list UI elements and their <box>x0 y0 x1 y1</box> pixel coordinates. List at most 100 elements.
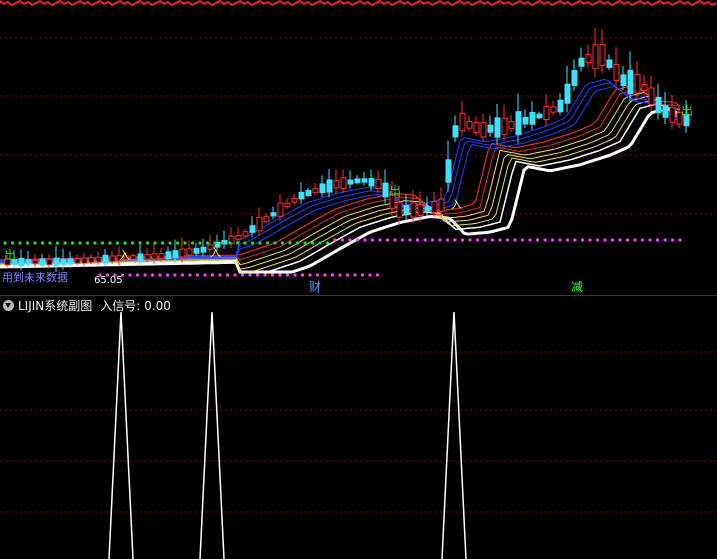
magenta-dot <box>498 238 502 242</box>
candle-body <box>669 107 676 123</box>
magenta-dot <box>400 238 405 242</box>
magenta-dot <box>483 238 487 242</box>
entry-signal-spikes <box>108 311 467 559</box>
magenta-dot <box>188 273 192 277</box>
candle-body <box>46 258 53 266</box>
magenta-dot <box>490 238 495 242</box>
candle-body <box>613 64 620 81</box>
magenta-dot <box>445 238 450 242</box>
candle-body <box>557 99 564 113</box>
candle-body <box>529 111 536 125</box>
future-data-warning: 用到未来数据 <box>2 270 68 284</box>
candle-body <box>81 257 88 264</box>
magenta-dot <box>330 273 335 277</box>
magenta-dot <box>655 238 660 242</box>
candle-body <box>109 255 116 262</box>
candle-body <box>494 117 501 138</box>
candle-body <box>522 116 529 125</box>
candle-body <box>424 206 431 212</box>
candle-body <box>67 258 74 265</box>
green-dot <box>63 241 67 245</box>
candle-body <box>32 259 39 265</box>
green-dot <box>310 241 315 245</box>
magenta-dot <box>640 238 645 242</box>
green-dot <box>33 241 37 245</box>
magenta-dot <box>263 273 267 277</box>
candle-body <box>263 216 270 223</box>
magenta-dot <box>393 238 397 242</box>
candle-body <box>88 257 95 263</box>
magenta-dot <box>345 273 350 277</box>
magenta-dot <box>513 238 517 242</box>
candle-body <box>151 253 158 260</box>
candle-body <box>634 73 641 94</box>
candle-body <box>165 251 172 259</box>
green-dot <box>70 241 75 245</box>
candle-body <box>648 87 655 105</box>
candle-body <box>396 202 403 218</box>
magenta-dot <box>195 273 200 277</box>
green-dot <box>108 241 112 245</box>
magenta-dot <box>360 273 365 277</box>
candle-body <box>249 225 256 233</box>
candlestick-chart[interactable]: 出 出 出 入 入 入 财 减 用到未来数据 65.05 <box>0 0 717 296</box>
candle-body <box>508 121 515 130</box>
magenta-dot <box>543 238 547 242</box>
candle-body <box>186 248 193 256</box>
candle-body <box>417 204 424 216</box>
green-dot <box>295 241 300 245</box>
magenta-dot <box>210 273 215 277</box>
candle-body <box>179 248 186 258</box>
green-dot <box>85 241 90 245</box>
candle-body <box>592 44 599 70</box>
sub-chart-title: LIJIN系统副图 <box>18 298 93 313</box>
magenta-dot <box>423 238 427 242</box>
sub-chart-panel[interactable] <box>0 296 717 559</box>
chu-label-right: 出 <box>681 104 693 118</box>
candle-body <box>235 235 242 240</box>
magenta-dot <box>293 273 297 277</box>
candle-body <box>641 84 648 91</box>
green-dot <box>175 241 180 245</box>
candle-body <box>326 179 333 193</box>
candle-body <box>452 125 459 138</box>
signal-spike-2 <box>199 311 225 559</box>
green-dot <box>325 241 330 245</box>
green-dot <box>3 241 7 245</box>
green-dot <box>123 241 127 245</box>
chu-label-mid: 出 <box>389 184 401 198</box>
candle-body <box>305 190 312 196</box>
candle-body <box>53 257 60 267</box>
candle-body <box>382 182 389 198</box>
cai-label: 财 <box>309 280 321 294</box>
candle-body <box>578 57 585 67</box>
magenta-dot <box>333 238 337 242</box>
ru-label-1: 入 <box>119 249 130 262</box>
green-dot <box>213 241 217 245</box>
magenta-dot <box>618 238 622 242</box>
magenta-dot <box>375 273 380 277</box>
signal-indicator-chart[interactable] <box>0 296 717 559</box>
top-banner <box>0 0 717 7</box>
green-dot <box>205 241 210 245</box>
candle-body <box>662 105 669 118</box>
candle-body <box>256 216 263 232</box>
magenta-dot <box>315 273 320 277</box>
green-dot <box>258 241 262 245</box>
candle-body <box>193 248 200 254</box>
green-dot <box>265 241 270 245</box>
magenta-dot <box>520 238 525 242</box>
magenta-dot <box>460 238 465 242</box>
magenta-dot <box>558 238 562 242</box>
chu-label-left: 出 <box>4 248 16 262</box>
ma-line-2 <box>0 102 681 273</box>
candle-body <box>60 258 67 266</box>
candle-body <box>445 159 452 183</box>
main-chart-panel[interactable]: 出 出 出 入 入 入 财 减 用到未来数据 65.05 <box>0 0 717 296</box>
magenta-dot <box>255 273 260 277</box>
magenta-dot <box>385 238 390 242</box>
green-dot <box>130 241 135 245</box>
magenta-dot <box>453 238 457 242</box>
chevron-down-icon[interactable] <box>3 299 14 311</box>
magenta-dot <box>408 238 412 242</box>
